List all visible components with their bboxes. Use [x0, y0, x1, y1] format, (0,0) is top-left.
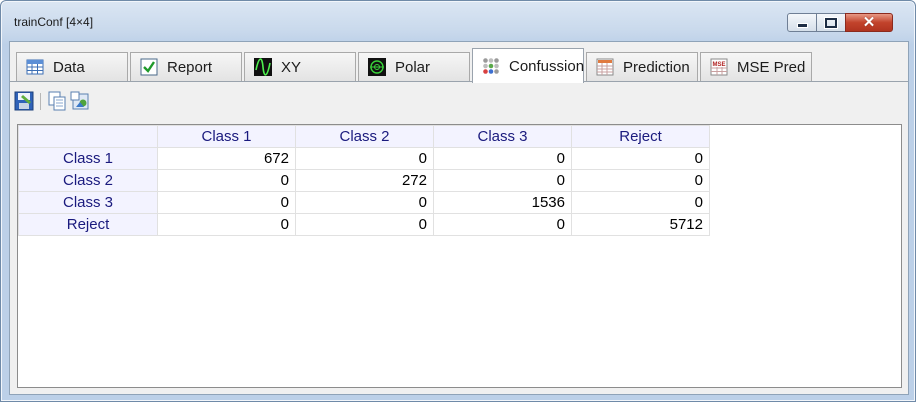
tab-label: Prediction: [623, 58, 690, 76]
tab-label: Confussion: [509, 57, 585, 75]
close-icon: ✕: [862, 14, 876, 31]
export-image-icon[interactable]: [70, 91, 90, 111]
checkmark-icon: [140, 58, 158, 76]
tab-polar[interactable]: Polar: [358, 52, 470, 81]
tab-label: XY: [281, 58, 302, 76]
header-row: Class 1 Class 2 Class 3 Reject: [18, 125, 710, 148]
table-cell[interactable]: 1536: [433, 191, 572, 214]
table-cell[interactable]: 0: [433, 147, 572, 170]
table-cell[interactable]: 272: [295, 169, 434, 192]
tab-xy[interactable]: XY: [244, 52, 356, 81]
title-bar[interactable]: trainConf [4×4] ✕: [1, 1, 915, 41]
tab-label: Report: [167, 58, 213, 76]
confusion-table: Class 1 Class 2 Class 3 Reject Class 1 6…: [18, 125, 710, 236]
waveform-icon: [254, 58, 272, 76]
toolbar-separator: [40, 93, 41, 110]
table-row: Class 1 672 0 0 0: [18, 147, 710, 170]
maximize-button[interactable]: [816, 13, 846, 32]
tab-strip: Data Report XY Polar Confussion Predicti…: [16, 48, 906, 83]
table-row: Reject 0 0 0 5712: [18, 213, 710, 236]
table-row: Class 3 0 0 1536 0: [18, 191, 710, 214]
table-row: Class 2 0 272 0 0: [18, 169, 710, 192]
table-cell[interactable]: 0: [157, 213, 296, 236]
corner-cell: [18, 125, 158, 148]
row-header[interactable]: Class 3: [18, 191, 158, 214]
table-icon: [26, 58, 44, 76]
tab-label: MSE Pred: [737, 58, 806, 76]
tab-report[interactable]: Report: [130, 52, 242, 81]
table-cell[interactable]: 0: [157, 191, 296, 214]
column-header[interactable]: Class 3: [433, 125, 572, 148]
minimize-icon: [796, 23, 808, 28]
table-cell[interactable]: 0: [157, 169, 296, 192]
window-title: trainConf [4×4]: [14, 15, 94, 29]
row-header[interactable]: Class 2: [18, 169, 158, 192]
table-cell[interactable]: 0: [571, 147, 710, 170]
mse-icon-text: MSE: [712, 62, 725, 68]
dots-grid-icon: [482, 57, 500, 75]
row-header[interactable]: Class 1: [18, 147, 158, 170]
tab-prediction[interactable]: Prediction: [586, 52, 698, 81]
grid-table-icon: [596, 58, 614, 76]
table-cell[interactable]: 0: [433, 213, 572, 236]
table-cell[interactable]: 0: [295, 147, 434, 170]
table-cell[interactable]: 0: [295, 191, 434, 214]
window: trainConf [4×4] ✕ Data Report XY Polar C…: [0, 0, 916, 402]
table-cell[interactable]: 0: [571, 191, 710, 214]
table-cell[interactable]: 0: [433, 169, 572, 192]
tab-label: Data: [53, 58, 85, 76]
confusion-matrix-grid[interactable]: Class 1 Class 2 Class 3 Reject Class 1 6…: [17, 124, 902, 388]
tab-confussion[interactable]: Confussion: [472, 48, 584, 83]
polar-plot-icon: [368, 58, 386, 76]
copy-icon[interactable]: [47, 91, 67, 111]
save-icon[interactable]: [14, 91, 34, 111]
maximize-icon: [825, 17, 837, 28]
column-header[interactable]: Class 1: [157, 125, 296, 148]
client-area: Data Report XY Polar Confussion Predicti…: [9, 41, 909, 395]
table-cell[interactable]: 0: [571, 169, 710, 192]
tab-data[interactable]: Data: [16, 52, 128, 81]
minimize-button[interactable]: [787, 13, 817, 32]
column-header[interactable]: Reject: [571, 125, 710, 148]
mse-icon: MSE: [710, 58, 728, 76]
tab-mse-pred[interactable]: MSE MSE Pred: [700, 52, 812, 81]
table-cell[interactable]: 672: [157, 147, 296, 170]
close-button[interactable]: ✕: [845, 13, 893, 32]
table-cell[interactable]: 5712: [571, 213, 710, 236]
row-header[interactable]: Reject: [18, 213, 158, 236]
table-cell[interactable]: 0: [295, 213, 434, 236]
column-header[interactable]: Class 2: [295, 125, 434, 148]
tab-label: Polar: [395, 58, 431, 76]
tab-divider: [10, 81, 908, 82]
